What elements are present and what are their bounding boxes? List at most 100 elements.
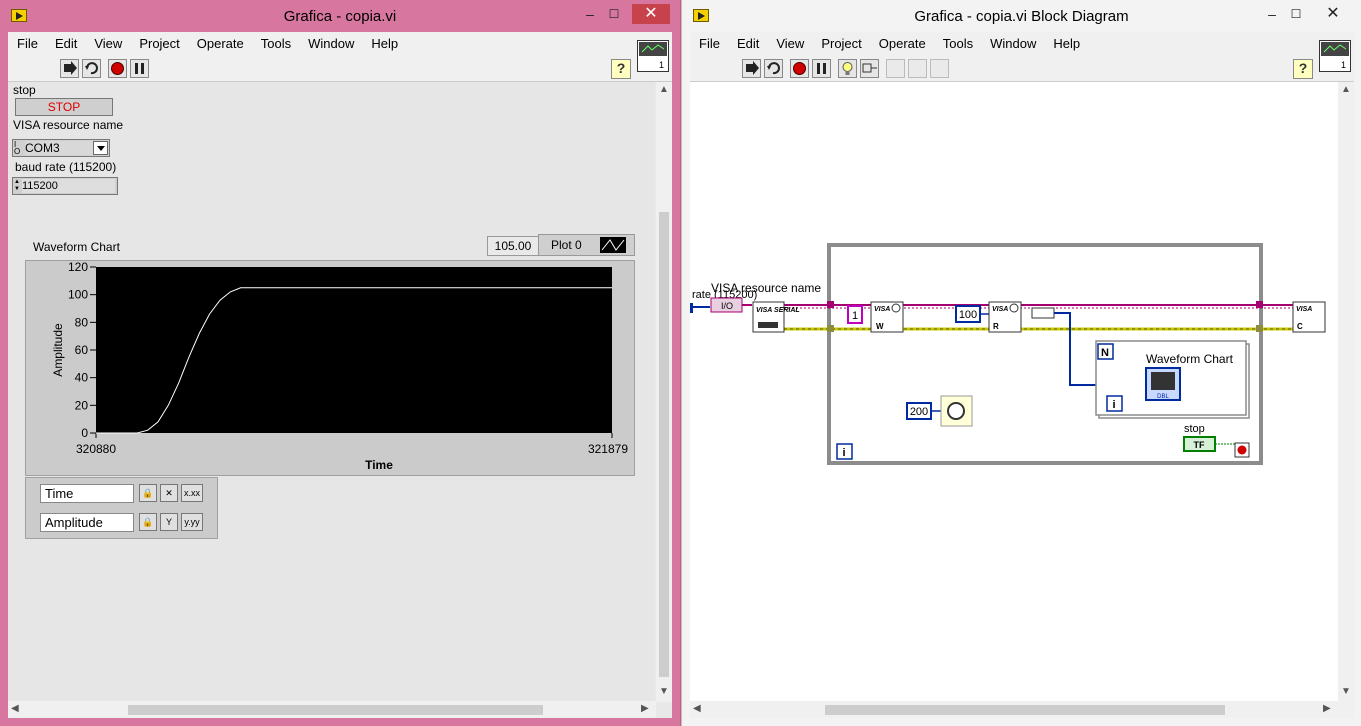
numeric-wire <box>1054 312 1098 386</box>
visa-tunnel-out <box>1256 301 1263 308</box>
clock-icon <box>1009 303 1019 313</box>
menu-project[interactable]: Project <box>130 32 187 56</box>
visa-resource-control[interactable]: IO COM3 <box>12 139 110 157</box>
x-autoscale-icon[interactable]: ✕ <box>160 484 178 502</box>
run-continuously-icon[interactable] <box>82 59 101 78</box>
menu-edit[interactable]: Edit <box>728 32 767 56</box>
block-diagram-toolbar: ? <box>690 56 1354 82</box>
string-to-number-node[interactable] <box>1031 307 1055 319</box>
abort-icon[interactable] <box>790 59 809 78</box>
block-diagram-vscroll[interactable]: ▲ ▼ <box>1338 82 1354 702</box>
abort-icon[interactable] <box>108 59 127 78</box>
visa-resource-label: VISA resource name <box>13 118 124 132</box>
baud-rate-control[interactable]: ▲ ▼ 115200 <box>12 177 118 195</box>
step-over-icon[interactable] <box>908 59 927 78</box>
waveform-chart-label: Waveform Chart <box>33 240 120 254</box>
scroll-right-icon[interactable]: ▶ <box>641 703 649 714</box>
chart-icon <box>1151 372 1175 390</box>
block-diagram-hscroll[interactable]: ◀ ▶ <box>690 701 1338 718</box>
menu-tools[interactable]: Tools <box>934 32 981 56</box>
vscroll-thumb[interactable] <box>659 212 669 677</box>
plot-legend-name: Plot 0 <box>551 238 582 252</box>
menu-file[interactable]: File <box>8 32 46 56</box>
error-tunnel-out <box>1256 325 1263 332</box>
hscroll-thumb[interactable] <box>825 705 1225 715</box>
const-200-text: 200 <box>910 406 928 418</box>
y-axis-label: Amplitude <box>51 323 65 377</box>
block-diagram-canvas: rate (115200) I/O VISA resource name VIS… <box>690 82 1338 702</box>
plot-legend[interactable]: Plot 0 <box>538 234 635 256</box>
menu-tools[interactable]: Tools <box>252 32 299 56</box>
stopwatch-icon <box>947 402 965 420</box>
retain-wire-values-icon[interactable] <box>860 59 879 78</box>
svg-text:1: 1 <box>1341 60 1346 70</box>
menu-view[interactable]: View <box>767 32 812 56</box>
menu-edit[interactable]: Edit <box>46 32 85 56</box>
stop-button[interactable]: STOP <box>15 98 113 116</box>
menu-window[interactable]: Window <box>981 32 1044 56</box>
lock-icon[interactable]: 🔒 <box>139 484 157 502</box>
i-text: i <box>1112 399 1115 411</box>
visa-resource-value[interactable]: COM3 <box>25 141 93 155</box>
scroll-left-icon[interactable]: ◀ <box>11 703 19 714</box>
front-panel-menubar: File Edit View Project Operate Tools Win… <box>8 32 672 56</box>
increment-arrows-icon[interactable]: ▲ ▼ <box>14 179 20 193</box>
vi-connector-icon[interactable]: 1 <box>1319 40 1351 72</box>
y-tick-label: 40 <box>75 371 89 385</box>
chevron-down-icon[interactable] <box>93 141 108 155</box>
context-help-icon[interactable]: ? <box>1293 59 1313 79</box>
step-out-icon[interactable] <box>930 59 949 78</box>
scroll-down-icon[interactable]: ▼ <box>1341 686 1351 697</box>
scroll-left-icon[interactable]: ◀ <box>693 703 701 714</box>
run-continuously-icon[interactable] <box>764 59 783 78</box>
maximize-icon[interactable]: ☐ <box>1282 4 1310 24</box>
front-panel-vscroll[interactable]: ▲ ▼ <box>656 82 672 702</box>
hscroll-thumb[interactable] <box>128 705 543 715</box>
baud-rate-terminal[interactable] <box>690 303 693 313</box>
run-arrow-icon[interactable] <box>742 59 761 78</box>
menu-view[interactable]: View <box>85 32 130 56</box>
y-tick-label: 60 <box>75 343 89 357</box>
chart-digital-display: 105.00 <box>487 236 539 256</box>
maximize-icon[interactable]: ☐ <box>600 4 628 24</box>
menu-help[interactable]: Help <box>1044 32 1088 56</box>
const-1-text: 1 <box>852 310 858 322</box>
block-diagram-client: File Edit View Project Operate Tools Win… <box>690 32 1354 718</box>
menu-file[interactable]: File <box>690 32 728 56</box>
block-diagram-titlebar[interactable]: Grafica - copia.vi Block Diagram – ☐ ✕ <box>682 0 1361 31</box>
svg-text:1: 1 <box>659 60 664 70</box>
menu-operate[interactable]: Operate <box>870 32 934 56</box>
menu-operate[interactable]: Operate <box>188 32 252 56</box>
x-format-icon[interactable]: x.xx <box>181 484 203 502</box>
menu-project[interactable]: Project <box>812 32 869 56</box>
run-arrow-icon[interactable] <box>60 59 79 78</box>
visa-serial-text: VISA SERIAL <box>756 307 800 314</box>
context-help-icon[interactable]: ? <box>611 59 631 79</box>
menu-window[interactable]: Window <box>299 32 362 56</box>
visa-tunnel-in <box>827 301 834 308</box>
scroll-down-icon[interactable]: ▼ <box>659 686 669 697</box>
menu-help[interactable]: Help <box>362 32 406 56</box>
pause-icon[interactable] <box>812 59 831 78</box>
y-format-icon[interactable]: y.yy <box>181 513 203 531</box>
y-autoscale-icon[interactable]: Y <box>160 513 178 531</box>
highlight-execution-icon[interactable] <box>838 59 857 78</box>
close-c-text: C <box>1297 322 1303 331</box>
y-tick-label: 0 <box>81 426 88 440</box>
visa-read-text: VISA <box>992 306 1008 313</box>
close-icon[interactable]: ✕ <box>1314 4 1352 24</box>
scroll-up-icon[interactable]: ▲ <box>659 84 669 95</box>
front-panel-canvas: stop STOP VISA resource name IO COM3 bau… <box>8 82 654 702</box>
front-panel-hscroll[interactable]: ◀ ▶ <box>8 701 656 718</box>
lock-icon[interactable]: 🔒 <box>139 513 157 531</box>
block-diagram-menubar: File Edit View Project Operate Tools Win… <box>690 32 1354 56</box>
vi-connector-icon[interactable]: 1 <box>637 40 669 72</box>
scroll-right-icon[interactable]: ▶ <box>1323 703 1331 714</box>
close-icon[interactable]: ✕ <box>632 4 670 24</box>
pause-icon[interactable] <box>130 59 149 78</box>
front-panel-titlebar[interactable]: Grafica - copia.vi – ☐ ✕ <box>0 0 680 31</box>
y-scale-name: Amplitude <box>40 513 134 532</box>
step-into-icon[interactable] <box>886 59 905 78</box>
scroll-up-icon[interactable]: ▲ <box>1341 84 1351 95</box>
baud-rate-value[interactable]: 115200 <box>22 179 115 193</box>
